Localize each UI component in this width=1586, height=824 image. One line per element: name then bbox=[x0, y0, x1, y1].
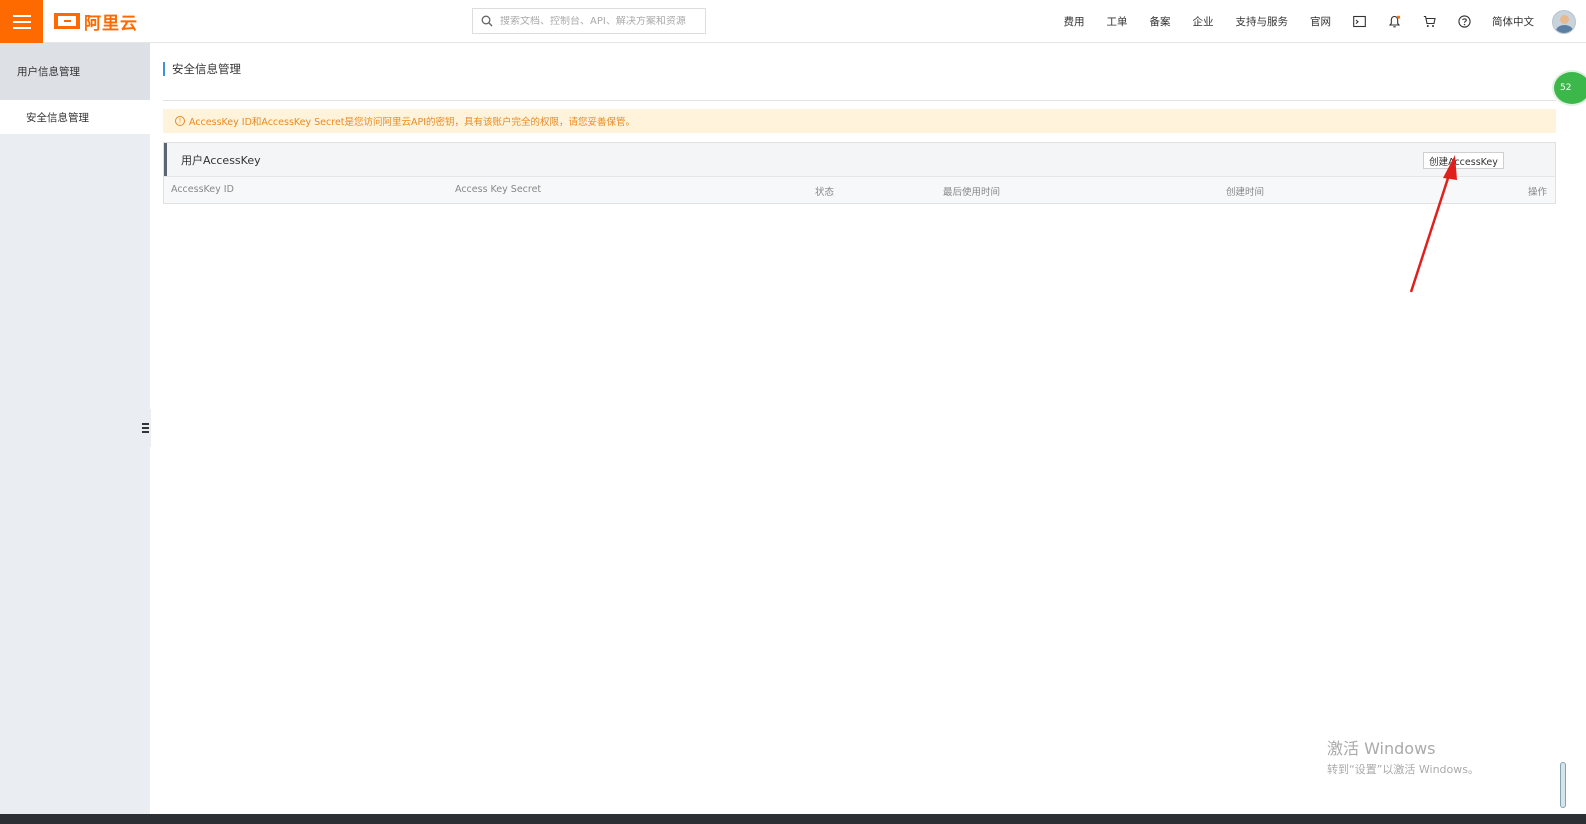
sidebar-item-security-info[interactable]: 安全信息管理 bbox=[0, 100, 150, 134]
menu-icon[interactable] bbox=[0, 0, 43, 43]
panel-header: 用户AccessKey 创建AccessKey bbox=[164, 143, 1555, 176]
search-icon bbox=[481, 15, 493, 27]
cart-icon[interactable] bbox=[1412, 0, 1447, 43]
table-header: AccessKey ID Access Key Secret 状态 最后使用时间… bbox=[164, 176, 1555, 203]
watermark-title: 激活 Windows bbox=[1327, 739, 1436, 758]
scroll-indicator[interactable] bbox=[1560, 762, 1566, 808]
search-input[interactable] bbox=[500, 15, 700, 27]
taskbar-edge bbox=[0, 814, 1586, 824]
nav-official-site[interactable]: 官网 bbox=[1299, 14, 1342, 29]
terminal-icon[interactable] bbox=[1342, 0, 1377, 43]
nav-support[interactable]: 支持与服务 bbox=[1225, 14, 1300, 29]
panel-title: 用户AccessKey bbox=[181, 153, 261, 167]
nav-fees[interactable]: 费用 bbox=[1053, 14, 1096, 29]
aliyun-logo-icon bbox=[54, 13, 80, 29]
top-bar: 阿里云 费用 工单 备案 企业 支持与服务 官网 bbox=[0, 0, 1586, 43]
column-status: 状态 bbox=[815, 187, 835, 198]
accesskey-panel: 用户AccessKey 创建AccessKey AccessKey ID Acc… bbox=[163, 142, 1556, 204]
column-last-used: 最后使用时间 bbox=[943, 187, 1001, 198]
aliyun-logo[interactable]: 阿里云 bbox=[54, 10, 138, 34]
sidebar-section-title: 用户信息管理 bbox=[0, 43, 150, 100]
search-box[interactable] bbox=[472, 8, 706, 34]
sidebar-collapse-icon[interactable] bbox=[139, 409, 151, 447]
column-created-time: 创建时间 bbox=[1226, 187, 1265, 198]
nav-enterprise[interactable]: 企业 bbox=[1182, 14, 1225, 29]
floating-assistant-icon[interactable]: 52 bbox=[1552, 70, 1586, 106]
warning-text: AccessKey ID和AccessKey Secret是您访问阿里云API的… bbox=[189, 117, 636, 128]
sidebar: 用户信息管理 安全信息管理 bbox=[0, 43, 151, 814]
help-icon[interactable] bbox=[1447, 0, 1482, 43]
watermark-subtitle: 转到“设置”以激活 Windows。 bbox=[1327, 763, 1479, 776]
top-nav: 费用 工单 备案 企业 支持与服务 官网 简体中文 bbox=[1053, 0, 1586, 43]
language-switch[interactable]: 简体中文 bbox=[1482, 14, 1552, 29]
windows-activation-watermark: 激活 Windows 转到“设置”以激活 Windows。 bbox=[1327, 735, 1479, 777]
page-title: 安全信息管理 bbox=[163, 62, 241, 76]
divider bbox=[163, 100, 1556, 101]
avatar[interactable] bbox=[1552, 9, 1576, 34]
column-accesskey-secret: Access Key Secret bbox=[455, 184, 542, 195]
warning-banner: ! AccessKey ID和AccessKey Secret是您访问阿里云AP… bbox=[163, 109, 1556, 133]
column-actions: 操作 bbox=[1527, 187, 1547, 198]
logo-text: 阿里云 bbox=[84, 13, 138, 34]
warning-icon: ! bbox=[175, 116, 185, 126]
nav-tickets[interactable]: 工单 bbox=[1096, 14, 1139, 29]
create-accesskey-button[interactable]: 创建AccessKey bbox=[1423, 152, 1504, 169]
nav-icp-filing[interactable]: 备案 bbox=[1139, 14, 1182, 29]
column-accesskey-id: AccessKey ID bbox=[171, 184, 234, 195]
bell-icon[interactable] bbox=[1377, 0, 1412, 43]
